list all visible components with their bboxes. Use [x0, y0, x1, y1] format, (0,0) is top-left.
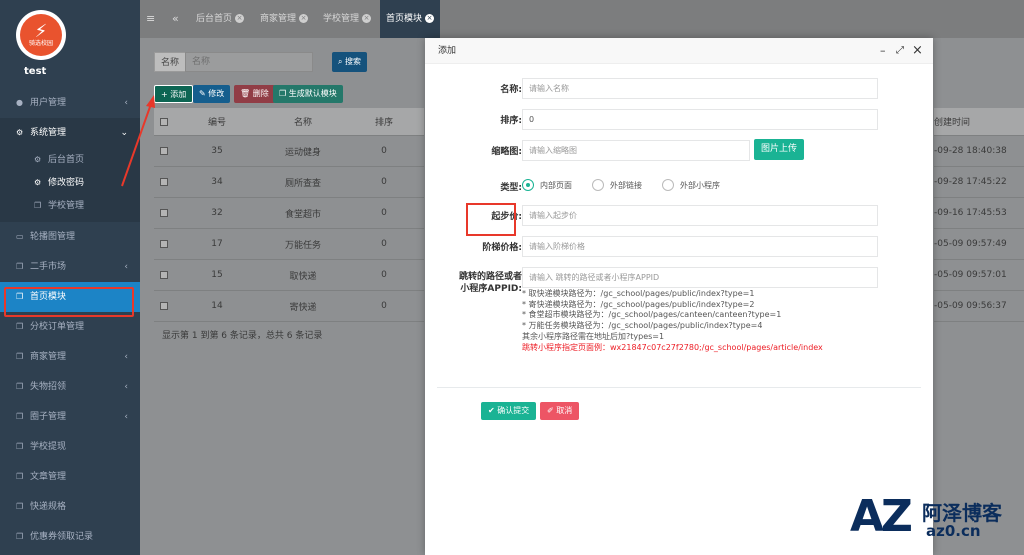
watermark-logo: AZ: [850, 491, 913, 542]
watermark: AZ 阿泽博客 az0.cn: [850, 491, 1024, 543]
annotation-arrow: [121, 95, 155, 187]
watermark-url: az0.cn: [926, 522, 981, 540]
